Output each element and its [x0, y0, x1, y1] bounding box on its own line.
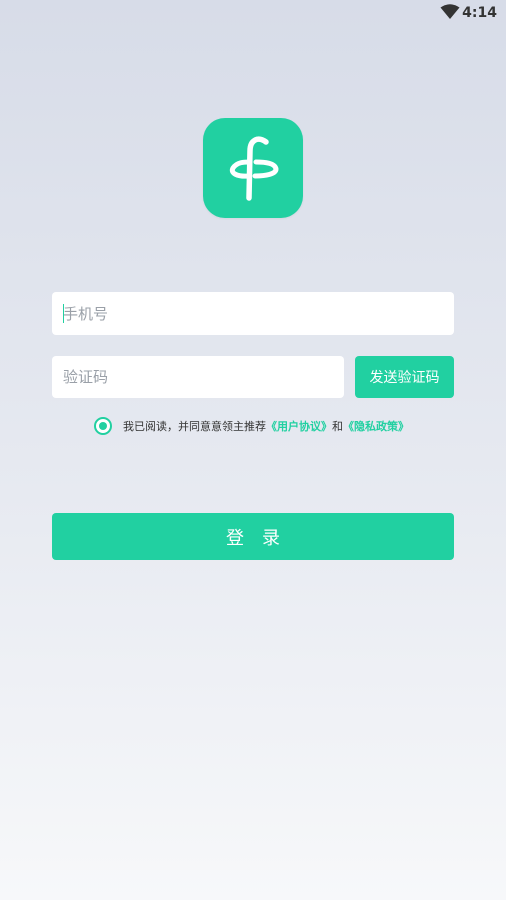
user-agreement-link[interactable]: 《用户协议》	[266, 418, 332, 434]
agreement-prefix: 我已阅读，并同意意领主推荐	[123, 420, 266, 433]
agreement-connector: 和	[332, 420, 343, 433]
phone-input[interactable]	[52, 292, 454, 335]
app-logo-icon	[203, 118, 303, 218]
login-button[interactable]: 登录	[52, 513, 454, 560]
status-time: 4:14	[462, 5, 497, 21]
wifi-icon	[440, 4, 460, 19]
verification-code-field[interactable]	[52, 356, 344, 398]
phone-field[interactable]	[52, 292, 454, 335]
status-bar: 4:14	[0, 0, 506, 28]
verification-code-input[interactable]	[52, 356, 344, 398]
text-cursor	[63, 304, 64, 323]
agreement-radio[interactable]	[94, 417, 112, 435]
privacy-policy-link[interactable]: 《隐私政策》	[343, 418, 409, 434]
agreement-row: 我已阅读，并同意意领主推荐 《用户协议》 和 《隐私政策》	[94, 416, 409, 436]
send-code-button[interactable]: 发送验证码	[355, 356, 454, 398]
